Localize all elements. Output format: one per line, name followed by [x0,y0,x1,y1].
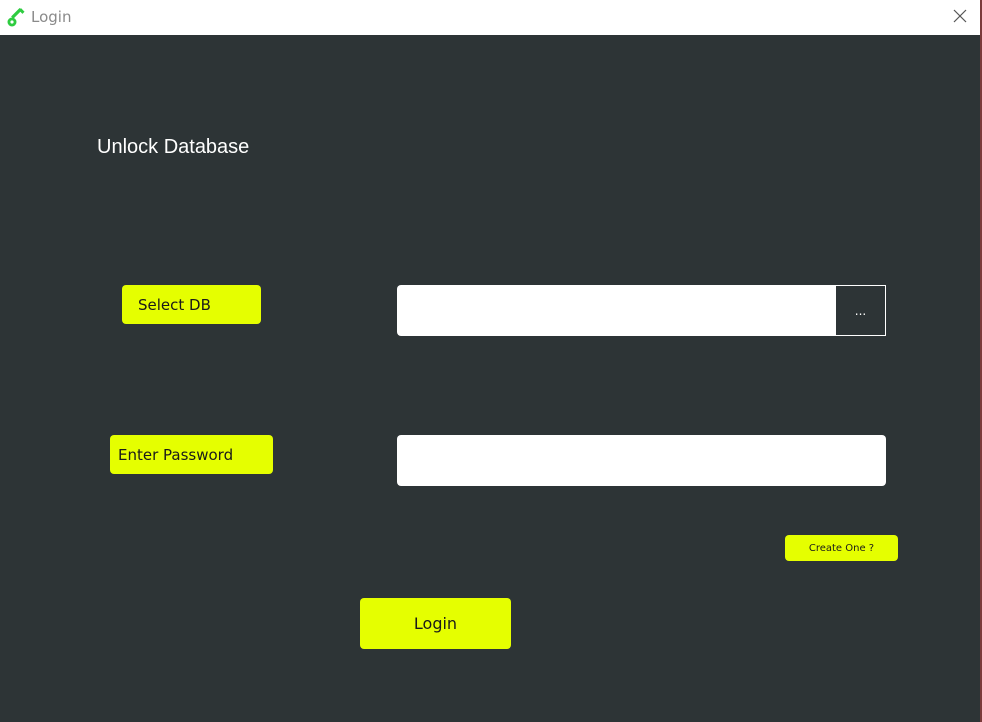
db-path-input[interactable] [397,285,836,336]
create-database-button[interactable]: Create One ? [785,535,898,561]
close-icon [940,9,980,39]
page-title: Unlock Database [97,136,250,158]
title-bar: Login [0,0,980,35]
window-title: Login [31,8,72,26]
password-label[interactable]: Enter Password [110,435,273,474]
select-db-label-text: Select DB [138,295,211,314]
login-button[interactable]: Login [360,598,511,649]
select-db-label[interactable]: Select DB [122,285,261,324]
login-window: Login Unlock Database Select DB ... Ente… [0,0,980,722]
password-input[interactable] [397,435,886,486]
close-button[interactable] [940,0,980,35]
browse-button[interactable]: ... [835,285,886,336]
password-label-text: Enter Password [118,445,234,464]
key-icon [6,6,28,28]
